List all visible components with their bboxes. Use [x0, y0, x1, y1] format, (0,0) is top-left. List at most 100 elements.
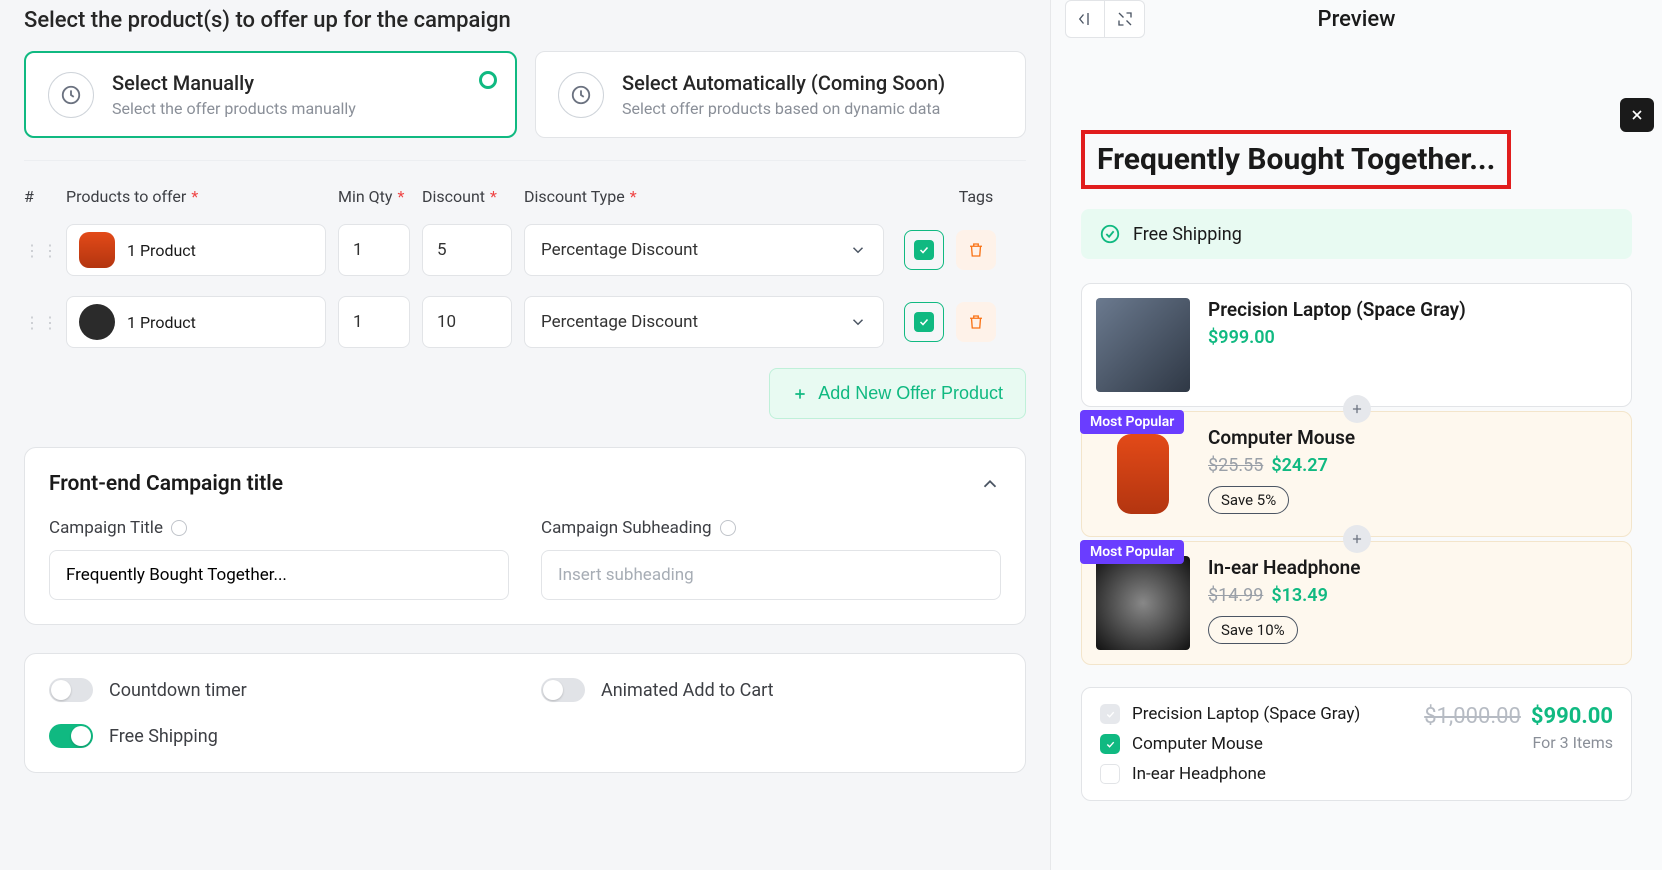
product-label: 1 Product [127, 313, 196, 332]
product-selector[interactable]: 1 Product [66, 296, 326, 348]
select-label: Percentage Discount [541, 312, 698, 332]
chevron-down-icon [849, 313, 867, 331]
popular-badge: Most Popular [1080, 410, 1184, 434]
now-price: $13.49 [1271, 585, 1328, 606]
summary-item: Computer Mouse [1132, 734, 1263, 754]
collapse-button[interactable] [1065, 0, 1105, 38]
product-name: Computer Mouse [1208, 426, 1355, 449]
section-title: Select the product(s) to offer up for th… [24, 8, 1026, 33]
discount-type-select[interactable]: Percentage Discount [524, 296, 884, 348]
card-sub: Select offer products based on dynamic d… [622, 99, 945, 118]
card-title: Select Automatically (Coming Soon) [622, 71, 945, 95]
product-thumb [79, 304, 115, 340]
add-offer-label: Add New Offer Product [818, 383, 1003, 404]
collapse-icon [1076, 10, 1094, 28]
chevron-up-icon[interactable] [979, 473, 1001, 495]
animated-label: Animated Add to Cart [601, 680, 774, 701]
min-qty-input[interactable] [338, 224, 410, 276]
product-name: Precision Laptop (Space Gray) [1208, 298, 1466, 321]
campaign-title-label: Campaign Title [49, 518, 509, 538]
col-tags: Tags [926, 187, 1026, 206]
plus-icon [1350, 402, 1364, 416]
clock-icon [48, 72, 94, 118]
campaign-title-input[interactable] [49, 550, 509, 600]
offer-row: ⋮⋮ 1 Product Percentage Discount [24, 296, 1026, 348]
card-title: Select Manually [112, 71, 356, 95]
fbt-heading: Frequently Bought Together... [1081, 130, 1511, 189]
col-type: Discount Type [524, 187, 625, 206]
check-circle-icon [1099, 223, 1121, 245]
campaign-title-panel: Front-end Campaign title Campaign Title … [24, 447, 1026, 625]
col-disc: Discount [422, 187, 485, 206]
product-name: In-ear Headphone [1208, 556, 1361, 579]
popular-badge: Most Popular [1080, 540, 1184, 564]
product-image [1096, 298, 1190, 392]
clock-icon [558, 72, 604, 118]
countdown-toggle[interactable] [49, 678, 93, 702]
card-sub: Select the offer products manually [112, 99, 356, 118]
trash-icon [967, 241, 985, 259]
product-selector[interactable]: 1 Product [66, 224, 326, 276]
info-icon [720, 520, 736, 536]
table-header: # Products to offer* Min Qty* Discount* … [24, 187, 1026, 206]
discount-type-select[interactable]: Percentage Discount [524, 224, 884, 276]
campaign-subheading-input[interactable] [541, 550, 1001, 600]
select-auto-card[interactable]: Select Automatically (Coming Soon) Selec… [535, 51, 1026, 138]
summary-item: Precision Laptop (Space Gray) [1132, 704, 1360, 724]
preview-product-card: Most Popular In-ear Headphone $14.99 $13.… [1081, 541, 1632, 665]
plus-icon [1350, 532, 1364, 546]
product-image [1096, 556, 1190, 650]
add-offer-button[interactable]: Add New Offer Product [769, 368, 1026, 419]
col-min: Min Qty [338, 187, 392, 206]
expand-icon [1116, 10, 1134, 28]
summary-checkbox[interactable] [1100, 704, 1120, 724]
close-icon [1629, 107, 1645, 123]
summary-item: In-ear Headphone [1132, 764, 1266, 784]
summary-checkbox[interactable] [1100, 764, 1120, 784]
select-label: Percentage Discount [541, 240, 698, 260]
preview-product-card: Most Popular Computer Mouse $25.55 $24.27… [1081, 411, 1632, 537]
col-products: Products to offer [66, 187, 186, 206]
free-shipping-label: Free Shipping [1133, 224, 1242, 245]
min-qty-input[interactable] [338, 296, 410, 348]
tag-checkbox[interactable] [904, 302, 944, 342]
freeship-toggle[interactable] [49, 724, 93, 748]
panel-title: Front-end Campaign title [49, 472, 283, 496]
animated-toggle[interactable] [541, 678, 585, 702]
free-shipping-banner: Free Shipping [1081, 209, 1632, 259]
product-image [1117, 434, 1169, 514]
plus-divider [1343, 525, 1371, 553]
toggles-panel: Countdown timer Animated Add to Cart Fre… [24, 653, 1026, 773]
info-icon [171, 520, 187, 536]
summary-for: For 3 Items [1424, 733, 1613, 752]
summary-box: Precision Laptop (Space Gray) Computer M… [1081, 687, 1632, 801]
product-price: $999.00 [1208, 327, 1275, 348]
save-badge: Save 5% [1208, 486, 1289, 514]
discount-input[interactable] [422, 224, 512, 276]
delete-button[interactable] [956, 230, 996, 270]
radio-selected-icon [479, 71, 497, 89]
tag-checkbox[interactable] [904, 230, 944, 270]
close-button[interactable] [1620, 98, 1654, 132]
select-manually-card[interactable]: Select Manually Select the offer product… [24, 51, 517, 138]
discount-input[interactable] [422, 296, 512, 348]
drag-handle-icon[interactable]: ⋮⋮ [24, 241, 54, 260]
countdown-label: Countdown timer [109, 680, 247, 701]
save-badge: Save 10% [1208, 616, 1298, 644]
offer-row: ⋮⋮ 1 Product Percentage Discount [24, 224, 1026, 276]
summary-checkbox[interactable] [1100, 734, 1120, 754]
drag-handle-icon[interactable]: ⋮⋮ [24, 313, 54, 332]
chevron-down-icon [849, 241, 867, 259]
trash-icon [967, 313, 985, 331]
campaign-subheading-label: Campaign Subheading [541, 518, 1001, 538]
plus-icon [792, 386, 808, 402]
preview-title: Preview [1318, 7, 1396, 32]
old-price: $14.99 [1208, 585, 1263, 606]
delete-button[interactable] [956, 302, 996, 342]
now-price: $24.27 [1271, 455, 1328, 476]
summary-new-price: $990.00 [1531, 704, 1613, 729]
expand-button[interactable] [1105, 0, 1145, 38]
divider [24, 160, 1026, 161]
preview-product-card: Precision Laptop (Space Gray) $999.00 [1081, 283, 1632, 407]
old-price: $25.55 [1208, 455, 1263, 476]
